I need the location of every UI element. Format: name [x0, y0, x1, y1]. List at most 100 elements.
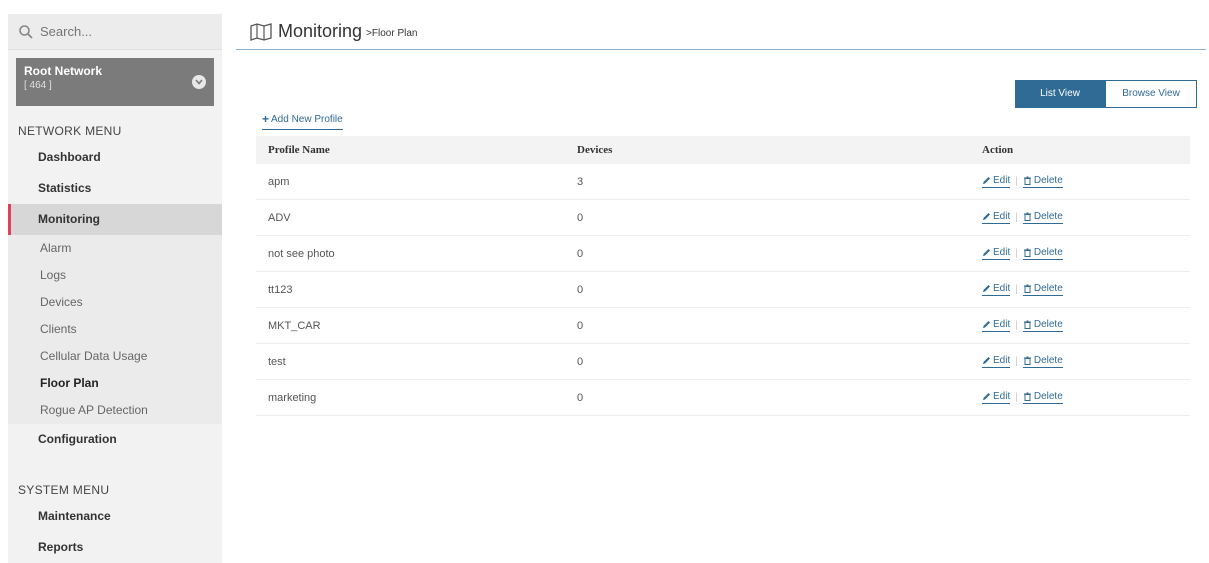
- action-separator: |: [1015, 284, 1018, 295]
- profile-name-cell: marketing: [268, 391, 317, 404]
- delete-button[interactable]: Delete: [1022, 391, 1063, 404]
- column-header-action: Action: [982, 144, 1014, 156]
- pencil-icon: [983, 357, 990, 364]
- page-title: Monitoring: [278, 21, 363, 41]
- edit-label: Edit: [993, 283, 1011, 294]
- edit-label: Edit: [993, 247, 1011, 258]
- table-header: Profile Name Devices Action: [256, 136, 1190, 164]
- profile-name-cell: test: [268, 355, 286, 368]
- edit-button[interactable]: Edit: [982, 247, 1011, 260]
- menu-item-monitoring[interactable]: Monitoring: [8, 204, 222, 235]
- column-header-profile-name: Profile Name: [268, 144, 330, 156]
- action-cell: Edit | Delete: [982, 391, 1190, 404]
- profile-name-cell: not see photo: [268, 247, 335, 260]
- devices-cell: 0: [577, 211, 584, 224]
- action-cell: Edit | Delete: [982, 355, 1190, 368]
- system-menu-heading: SYSTEM MENU: [18, 483, 110, 497]
- search-box[interactable]: [8, 14, 222, 50]
- delete-label: Delete: [1033, 319, 1063, 330]
- edit-label: Edit: [993, 175, 1011, 186]
- search-icon: [18, 24, 34, 40]
- trash-icon: [1023, 356, 1031, 365]
- sub-item-clients[interactable]: Clients: [8, 316, 222, 343]
- devices-cell: 0: [577, 319, 584, 332]
- table-row: ADV 0 Edit | Delete: [256, 200, 1190, 236]
- plus-icon: +: [262, 112, 270, 126]
- edit-button[interactable]: Edit: [982, 319, 1011, 332]
- delete-button[interactable]: Delete: [1022, 319, 1063, 332]
- edit-label: Edit: [993, 355, 1011, 366]
- delete-button[interactable]: Delete: [1022, 247, 1063, 260]
- delete-label: Delete: [1033, 355, 1063, 366]
- profile-name-cell: ADV: [268, 211, 291, 224]
- action-cell: Edit | Delete: [982, 175, 1190, 188]
- sub-item-cellular-data-usage[interactable]: Cellular Data Usage: [8, 343, 222, 370]
- network-selector[interactable]: Root Network [ 464 ]: [16, 58, 214, 106]
- trash-icon: [1023, 212, 1031, 221]
- table-row: tt123 0 Edit | Delete: [256, 272, 1190, 308]
- action-cell: Edit | Delete: [982, 211, 1190, 224]
- chevron-down-icon[interactable]: [192, 75, 206, 89]
- sub-item-rogue-ap-detection[interactable]: Rogue AP Detection: [8, 397, 222, 424]
- breadcrumb: >Floor Plan: [366, 28, 418, 39]
- pencil-icon: [983, 249, 990, 256]
- menu-spacer: [8, 455, 222, 473]
- edit-button[interactable]: Edit: [982, 211, 1011, 224]
- menu-item-maintenance[interactable]: Maintenance: [8, 501, 222, 532]
- table-row: marketing 0 Edit | Delete: [256, 380, 1190, 416]
- delete-button[interactable]: Delete: [1022, 355, 1063, 368]
- top-rule: [0, 0, 1209, 10]
- profile-name-cell: MKT_CAR: [268, 319, 321, 332]
- devices-cell: 3: [577, 175, 584, 188]
- page-header: Monitoring >Floor Plan: [236, 14, 1206, 50]
- pencil-icon: [983, 285, 990, 292]
- list-view-button[interactable]: List View: [1015, 80, 1105, 108]
- devices-cell: 0: [577, 247, 584, 260]
- edit-button[interactable]: Edit: [982, 283, 1011, 296]
- table-row: apm 3 Edit | Delete: [256, 164, 1190, 200]
- menu-item-reports[interactable]: Reports: [8, 532, 222, 563]
- trash-icon: [1023, 284, 1031, 293]
- edit-label: Edit: [993, 211, 1011, 222]
- action-separator: |: [1015, 392, 1018, 403]
- table-row: not see photo 0 Edit | Delete: [256, 236, 1190, 272]
- column-header-devices: Devices: [577, 144, 613, 156]
- pencil-icon: [983, 393, 990, 400]
- sub-item-logs[interactable]: Logs: [8, 262, 222, 289]
- menu-item-configuration[interactable]: Configuration: [8, 424, 222, 455]
- profile-name-cell: tt123: [268, 283, 293, 296]
- devices-cell: 0: [577, 355, 584, 368]
- table-row: MKT_CAR 0 Edit | Delete: [256, 308, 1190, 344]
- menu-item-statistics[interactable]: Statistics: [8, 173, 222, 204]
- delete-button[interactable]: Delete: [1022, 211, 1063, 224]
- delete-button[interactable]: Delete: [1022, 175, 1063, 188]
- action-separator: |: [1015, 320, 1018, 331]
- delete-button[interactable]: Delete: [1022, 283, 1063, 296]
- edit-label: Edit: [993, 391, 1011, 402]
- main-content: Monitoring >Floor Plan List View Browse …: [236, 14, 1206, 563]
- profile-table: Profile Name Devices Action apm 3 Edit |…: [256, 136, 1190, 416]
- add-new-profile-link[interactable]: + Add New Profile: [262, 112, 343, 130]
- action-separator: |: [1015, 176, 1018, 187]
- menu-item-dashboard[interactable]: Dashboard: [8, 142, 222, 173]
- trash-icon: [1023, 320, 1031, 329]
- pencil-icon: [983, 213, 990, 220]
- edit-label: Edit: [993, 319, 1011, 330]
- action-separator: |: [1015, 212, 1018, 223]
- action-cell: Edit | Delete: [982, 283, 1190, 296]
- search-input[interactable]: [40, 24, 190, 39]
- sub-item-alarm[interactable]: Alarm: [8, 235, 222, 262]
- sub-item-floor-plan[interactable]: Floor Plan: [8, 370, 222, 397]
- trash-icon: [1023, 176, 1031, 185]
- trash-icon: [1023, 248, 1031, 257]
- edit-button[interactable]: Edit: [982, 391, 1011, 404]
- edit-button[interactable]: Edit: [982, 355, 1011, 368]
- add-new-profile-label: Add New Profile: [271, 113, 343, 125]
- map-icon: [250, 22, 272, 41]
- sidebar: Root Network [ 464 ] NETWORK MENU Dashbo…: [8, 14, 222, 563]
- sub-item-devices[interactable]: Devices: [8, 289, 222, 316]
- devices-cell: 0: [577, 283, 584, 296]
- edit-button[interactable]: Edit: [982, 175, 1011, 188]
- browse-view-button[interactable]: Browse View: [1105, 80, 1197, 108]
- table-body: apm 3 Edit | Delete ADV 0 Edit | Delete …: [256, 164, 1190, 416]
